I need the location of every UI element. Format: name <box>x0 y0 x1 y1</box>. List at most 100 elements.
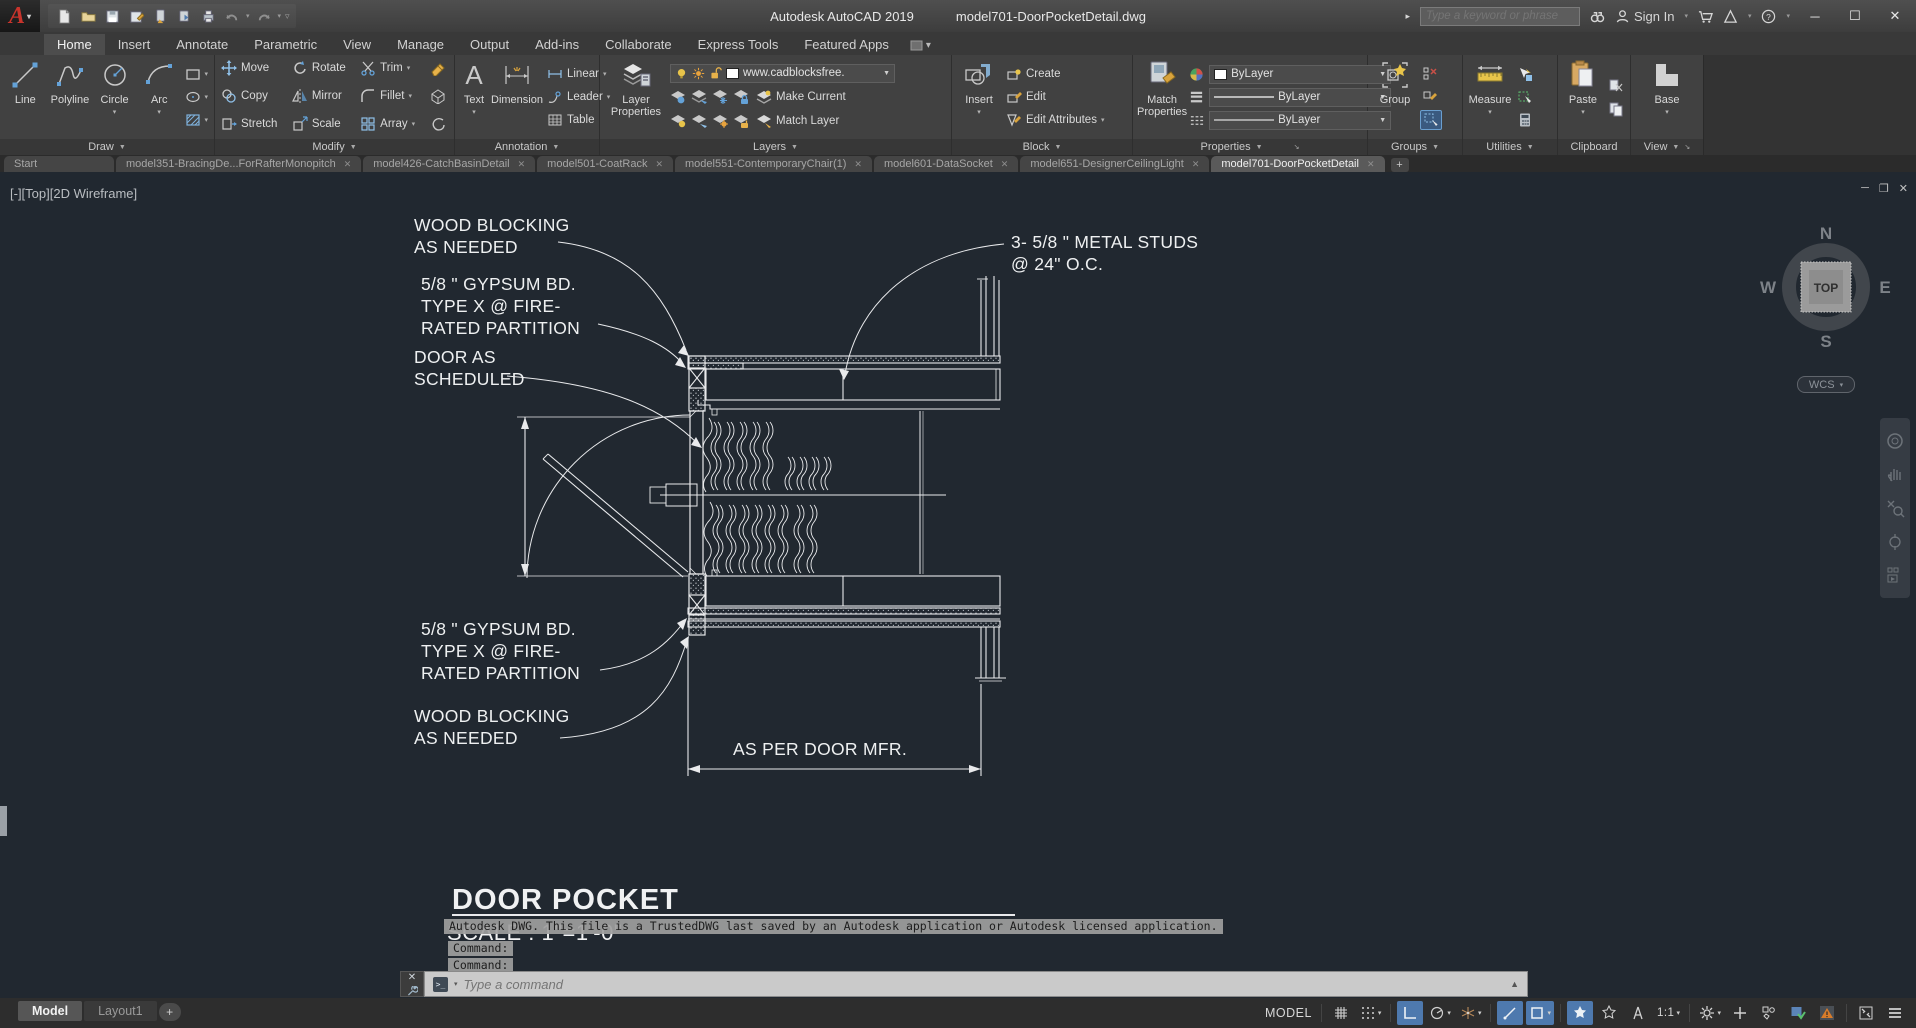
array-button[interactable]: Array▾ <box>358 114 419 134</box>
fillet-button[interactable]: Fillet▾ <box>358 86 419 106</box>
view-dialog-launcher-icon[interactable]: ↘ <box>1684 143 1690 151</box>
arc-button[interactable]: Arc ▾ <box>138 57 181 137</box>
close-tab-icon[interactable]: ✕ <box>655 159 663 170</box>
layer-properties-button[interactable]: Layer Properties <box>604 57 668 137</box>
tab-annotate[interactable]: Annotate <box>163 34 241 55</box>
search-expand-icon[interactable]: ▸ <box>1405 11 1410 22</box>
file-tab-model601[interactable]: model601-DataSocket✕ <box>874 156 1018 172</box>
object-color-combo[interactable]: ByLayer▼ <box>1209 65 1391 84</box>
select-similar-button[interactable] <box>1515 87 1535 107</box>
file-tab-model651[interactable]: model651-DesignerCeilingLight✕ <box>1020 156 1209 172</box>
annotation-scale-sync[interactable] <box>1625 1001 1651 1025</box>
modify-panel-label[interactable]: Modify▼ <box>215 139 454 155</box>
close-tab-icon[interactable]: ✕ <box>1192 159 1200 170</box>
properties-panel-label[interactable]: Properties▼↘ <box>1133 139 1367 155</box>
file-tab-model701-active[interactable]: model701-DoorPocketDetail✕ <box>1211 156 1384 172</box>
file-tab-start[interactable]: Start <box>4 156 114 172</box>
graphics-performance-button[interactable] <box>1785 1001 1811 1025</box>
file-tab-model551[interactable]: model551-ContemporaryChair(1)✕ <box>675 156 872 172</box>
autodesk-exchange-icon[interactable] <box>1723 9 1738 24</box>
make-current-button[interactable]: Make Current <box>754 87 848 107</box>
new-file-icon[interactable] <box>54 6 74 26</box>
model-space-button[interactable]: MODEL <box>1262 1001 1315 1025</box>
qat-customize-icon[interactable]: ▿ <box>285 11 290 22</box>
line-button[interactable]: Line <box>4 57 47 137</box>
undo-icon[interactable] <box>222 6 242 26</box>
copy-clip-button[interactable] <box>1606 99 1626 119</box>
file-tab-model351[interactable]: model351-BracingDe...ForRafterMonopitch✕ <box>116 156 361 172</box>
navigation-bar[interactable] <box>1880 418 1910 598</box>
command-expand-icon[interactable]: ▲ <box>1510 979 1519 989</box>
sign-in-button[interactable]: Sign In <box>1615 9 1674 24</box>
close-button[interactable]: ✕ <box>1880 4 1910 28</box>
file-tab-model501[interactable]: model501-CoatRack✕ <box>537 156 673 172</box>
sign-in-caret-icon[interactable]: ▾ <box>1684 12 1688 20</box>
plot-icon[interactable] <box>150 6 170 26</box>
copy-button[interactable]: Copy <box>219 86 282 106</box>
cut-button[interactable] <box>1606 76 1626 96</box>
undo-caret-icon[interactable]: ▾ <box>246 12 250 20</box>
erase-button[interactable] <box>428 58 450 78</box>
group-selection-toggle[interactable] <box>1420 110 1442 130</box>
polar-tracking-toggle[interactable]: ▾ <box>1426 1001 1454 1025</box>
file-tab-model426[interactable]: model426-CatchBasinDetail✕ <box>363 156 535 172</box>
minimize-button[interactable]: ─ <box>1800 4 1830 28</box>
rotate-button[interactable]: Rotate <box>290 58 350 78</box>
text-button[interactable]: A Text ▾ <box>459 57 489 137</box>
help-search-input[interactable] <box>1420 7 1580 26</box>
scale-button[interactable]: Scale <box>290 114 350 134</box>
trusted-dwg-warning-button[interactable] <box>1814 1001 1840 1025</box>
edit-block-button[interactable]: Edit <box>1004 87 1106 107</box>
group-button[interactable]: Group <box>1372 57 1418 137</box>
help-caret-icon[interactable]: ▾ <box>1786 12 1790 20</box>
annotation-monitor-button[interactable] <box>1727 1001 1753 1025</box>
annotation-visibility-toggle[interactable] <box>1567 1001 1593 1025</box>
circle-button[interactable]: Circle ▾ <box>93 57 136 137</box>
insert-block-button[interactable]: Insert ▾ <box>956 57 1002 137</box>
command-input[interactable] <box>464 977 1505 992</box>
layout1-tab[interactable]: Layout1 <box>84 1001 156 1021</box>
close-tab-icon[interactable]: ✕ <box>1367 159 1375 170</box>
block-panel-label[interactable]: Block▼ <box>952 139 1132 155</box>
command-recent-caret-icon[interactable]: ▾ <box>454 980 458 988</box>
quick-calc-button[interactable] <box>1515 110 1535 130</box>
dimension-button[interactable]: Dimension <box>491 57 543 137</box>
save-as-icon[interactable] <box>126 6 146 26</box>
tab-parametric[interactable]: Parametric <box>241 34 330 55</box>
wcs-menu-button[interactable]: WCS▾ <box>1797 376 1855 393</box>
tab-manage[interactable]: Manage <box>384 34 457 55</box>
layers-panel-label[interactable]: Layers▼ <box>600 139 951 155</box>
edit-attributes-button[interactable]: Edit Attributes▾ <box>1004 110 1106 130</box>
view-cube[interactable]: N S W E TOP <box>1751 212 1901 382</box>
group-edit-button[interactable] <box>1420 87 1442 107</box>
close-tab-icon[interactable]: ✕ <box>344 159 352 170</box>
object-snap-toggle[interactable]: ▾ <box>1526 1001 1554 1025</box>
polyline-button[interactable]: Polyline <box>49 57 92 137</box>
stretch-button[interactable]: Stretch <box>219 114 282 134</box>
redo-caret-icon[interactable]: ▾ <box>278 12 282 20</box>
layer-select-combo[interactable]: www.cadblocksfree. ▼ <box>670 64 895 83</box>
annotation-scale-button[interactable]: 1:1▾ <box>1654 1001 1684 1025</box>
new-drawing-tab-button[interactable]: + <box>1391 158 1409 172</box>
autocad-logo-menu[interactable]: A▾ <box>0 0 40 32</box>
command-input-field[interactable]: >_ ▾ ▲ <box>424 971 1528 997</box>
ribbon-display-toggle[interactable]: ▾ <box>910 40 931 55</box>
mirror-button[interactable]: Mirror <box>290 86 350 106</box>
open-folder-icon[interactable] <box>78 6 98 26</box>
tab-insert[interactable]: Insert <box>105 34 164 55</box>
ortho-mode-toggle[interactable] <box>1397 1001 1423 1025</box>
tab-view[interactable]: View <box>330 34 384 55</box>
isolate-objects-button[interactable] <box>1756 1001 1782 1025</box>
customize-wrench-icon[interactable] <box>407 986 418 996</box>
close-tab-icon[interactable]: ✕ <box>1001 159 1009 170</box>
hatch-tool-button[interactable]: ▾ <box>183 110 211 130</box>
ungroup-button[interactable] <box>1420 64 1442 84</box>
quick-select-button[interactable] <box>1515 64 1535 84</box>
search-binoculars-icon[interactable] <box>1590 9 1605 24</box>
create-block-button[interactable]: Create <box>1004 64 1106 84</box>
drawing-canvas[interactable]: [-][Top][2D Wireframe] ─ ❐ ✕ <box>0 172 1916 998</box>
match-layer-button[interactable]: Match Layer <box>754 111 841 131</box>
workspace-switching-button[interactable]: ▾ <box>1696 1001 1724 1025</box>
clean-screen-button[interactable] <box>1853 1001 1879 1025</box>
tab-express-tools[interactable]: Express Tools <box>685 34 792 55</box>
